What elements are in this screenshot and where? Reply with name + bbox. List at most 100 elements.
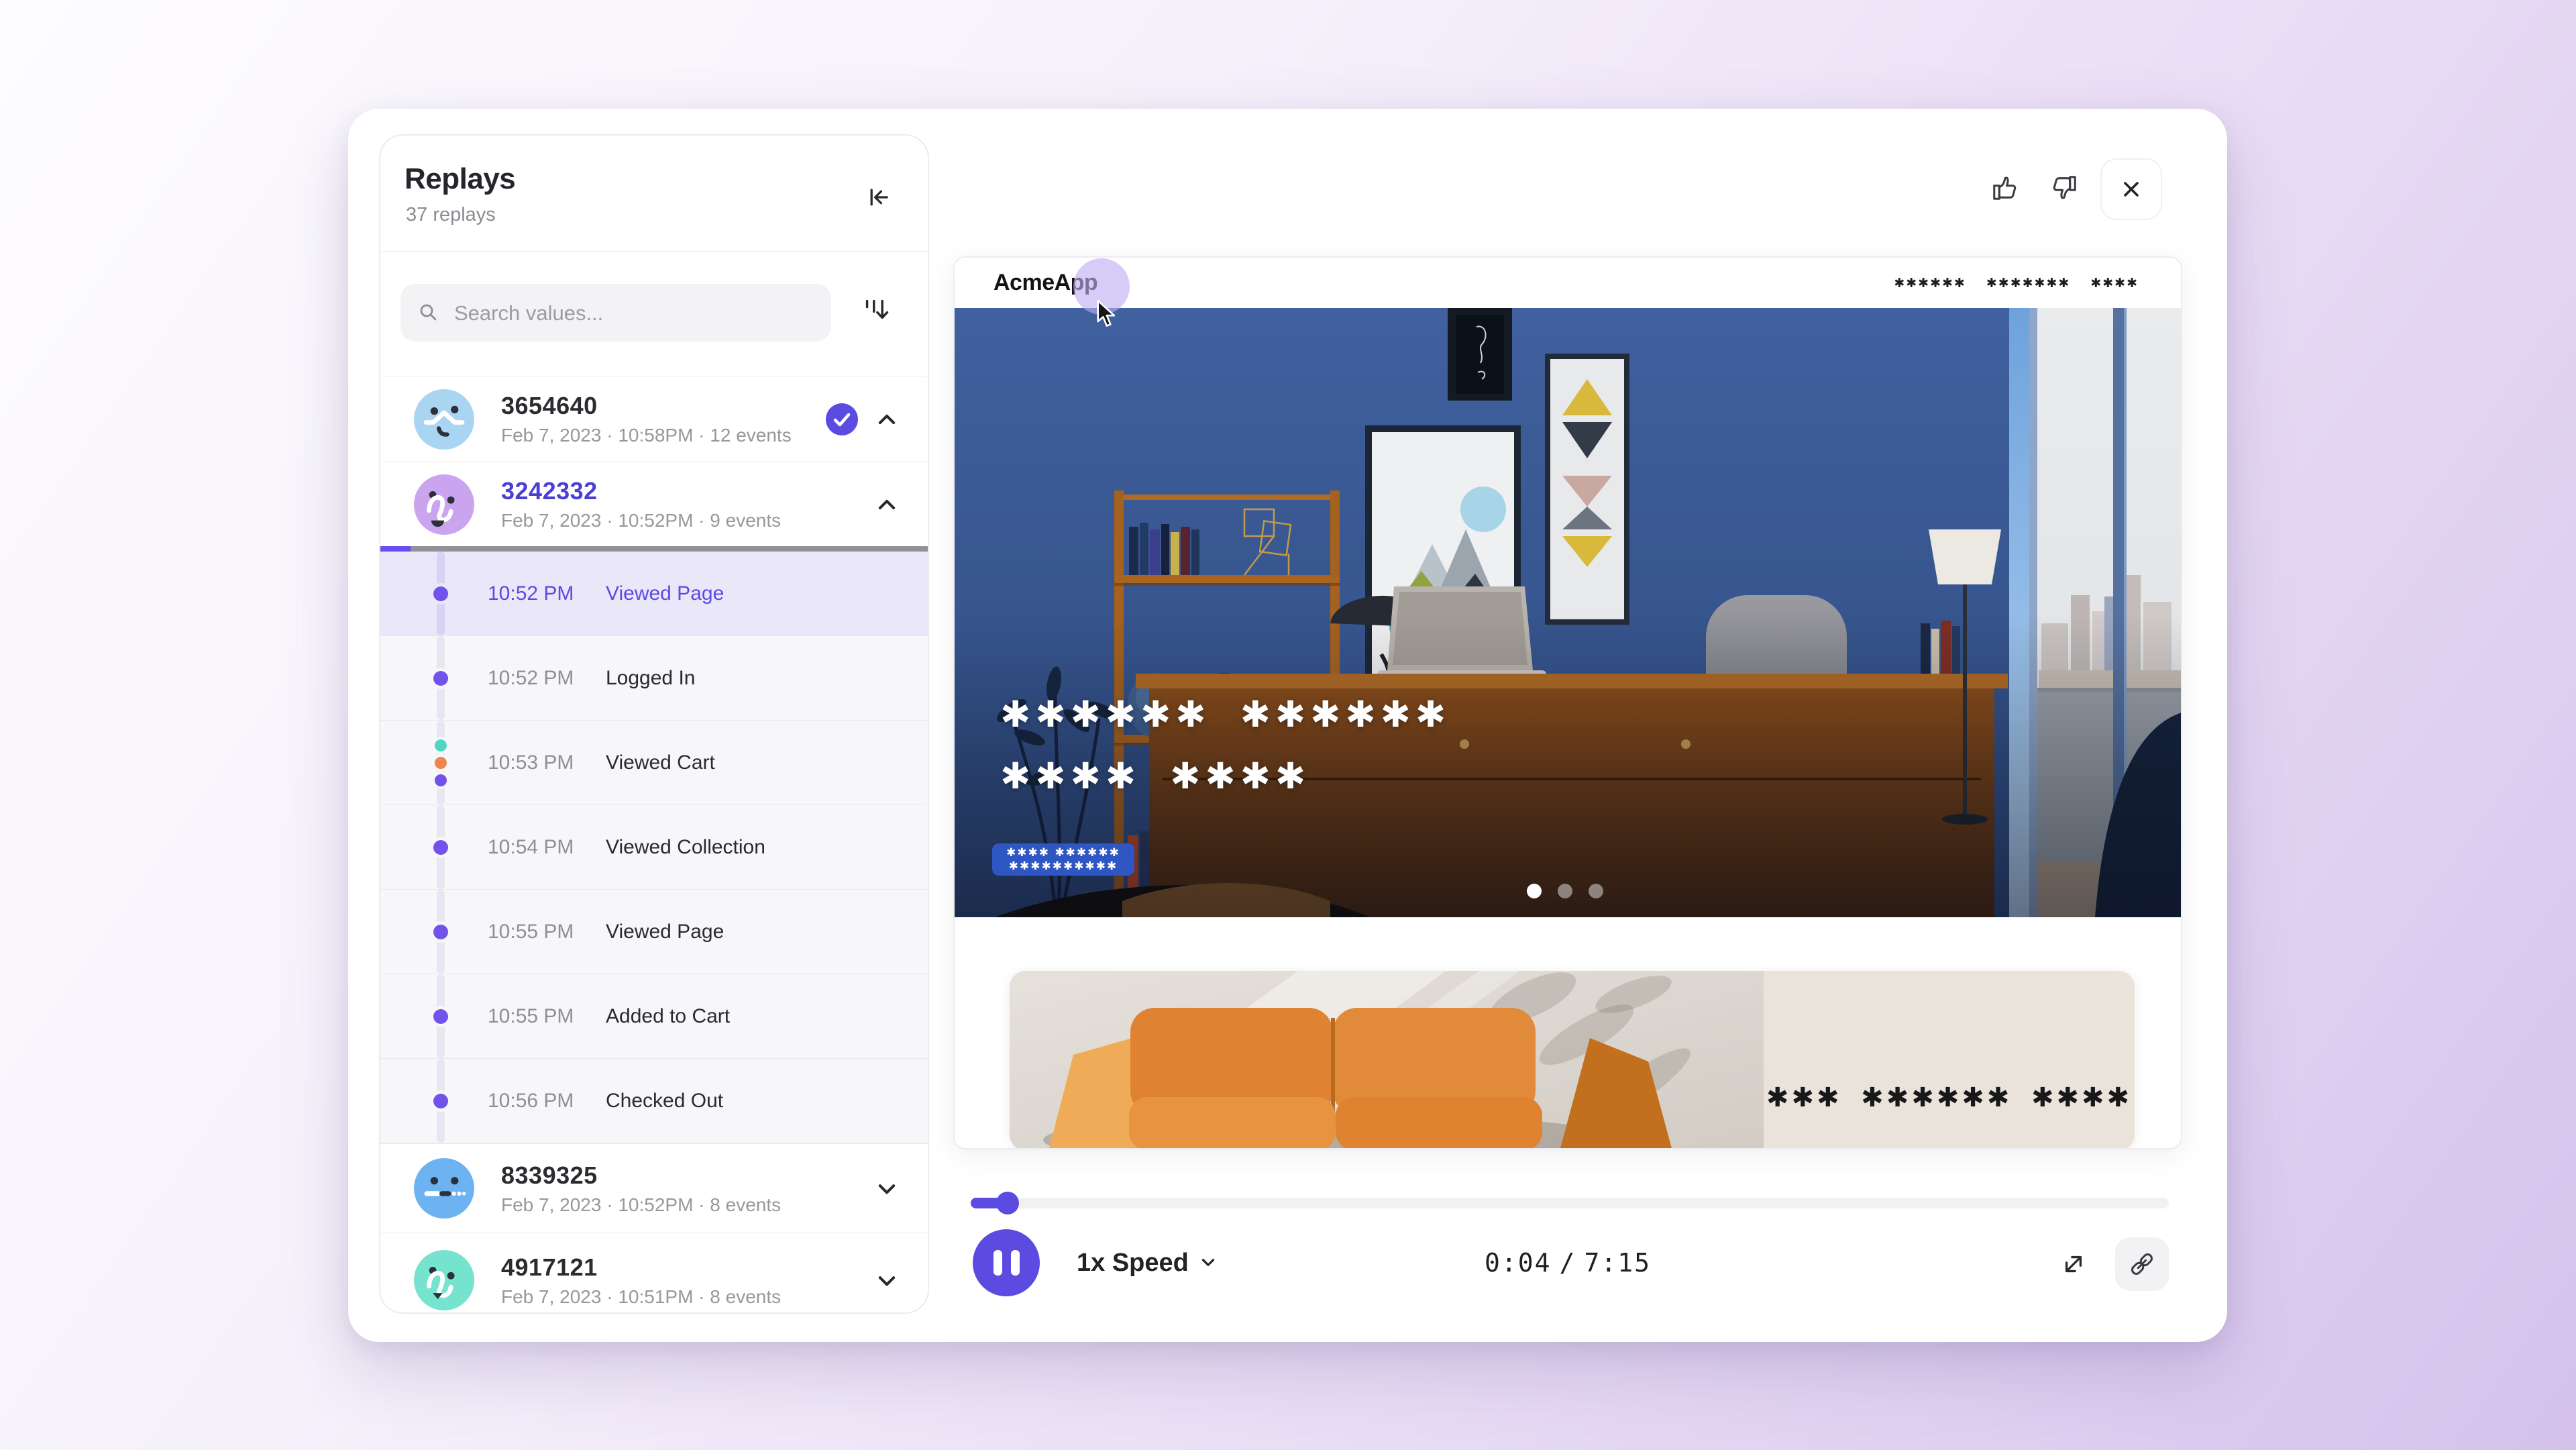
event-row[interactable]: 10:55 PM Added to Cart — [380, 974, 928, 1059]
search-input[interactable] — [453, 284, 818, 343]
masked-cta-button[interactable]: ✱✱✱✱ ✱✱✱✱✱✱ ✱✱✱✱✱✱✱✱✱✱ — [992, 843, 1134, 876]
thumbs-up-icon — [1988, 170, 2023, 205]
event-time: 10:52 PM — [488, 582, 606, 605]
chevron-up-icon — [874, 407, 900, 432]
sofa-image — [1010, 971, 1764, 1149]
sidebar-header: Replays 37 replays — [380, 136, 928, 252]
session-row-active[interactable]: 3242332 Feb 7, 2023 · 10:52PM · 9 events — [380, 462, 928, 546]
time-separator: / — [1560, 1248, 1576, 1278]
event-label: Viewed Cart — [606, 752, 715, 774]
event-dot-purple — [435, 774, 447, 786]
pointer-arrow-icon — [1094, 299, 1121, 329]
session-playback-progress-fill — [380, 546, 411, 552]
event-row[interactable]: 10:53 PM Viewed Cart — [380, 721, 928, 805]
hero-section: ✱✱✱✱✱✱ ✱✱✱✱✱✱ ✱✱✱✱ ✱✱✱✱ ✱✱✱✱ ✱✱✱✱✱✱ ✱✱✱✱… — [955, 308, 2182, 917]
close-icon — [2118, 176, 2145, 203]
thumbs-down-icon — [2047, 170, 2082, 205]
product-card-text-panel: ✱✱✱ ✱✱✱✱✱✱ ✱✱✱✱ — [1764, 971, 2135, 1149]
masked-nav-item: ✱✱✱✱✱✱ — [1894, 276, 1966, 291]
close-button[interactable] — [2100, 158, 2162, 220]
chevron-up-icon — [874, 492, 900, 517]
search-icon — [418, 302, 438, 322]
hero-image — [955, 308, 2182, 917]
carousel-dot[interactable] — [1589, 884, 1603, 898]
time-current: 0:04 — [1485, 1248, 1552, 1278]
expand-session-chevron[interactable] — [874, 1267, 900, 1293]
event-dot — [433, 671, 448, 686]
event-time: 10:56 PM — [488, 1090, 606, 1112]
event-time: 10:52 PM — [488, 667, 606, 690]
event-time: 10:53 PM — [488, 752, 606, 774]
carousel-dot-active[interactable] — [1527, 884, 1542, 898]
replays-sidebar: Replays 37 replays — [379, 134, 929, 1314]
pause-icon — [1011, 1250, 1020, 1276]
event-dot-orange — [435, 757, 447, 769]
session-meta: Feb 7, 2023 · 10:51PM · 8 events — [501, 1286, 781, 1308]
session-row[interactable]: 8339325 Feb 7, 2023 · 10:52PM · 8 events — [380, 1143, 928, 1233]
event-label: Viewed Page — [606, 582, 724, 605]
sort-button[interactable] — [858, 292, 893, 327]
session-playback-progress[interactable] — [380, 546, 928, 552]
event-label: Checked Out — [606, 1090, 723, 1112]
page-title: Replays — [405, 162, 515, 196]
event-dot — [433, 840, 448, 855]
pause-icon — [994, 1250, 1002, 1276]
thumbs-down-button[interactable] — [2047, 170, 2082, 205]
event-label: Added to Cart — [606, 1005, 730, 1028]
event-row[interactable]: 10:56 PM Checked Out — [380, 1059, 928, 1143]
event-label: Viewed Page — [606, 921, 724, 943]
expand-icon — [2057, 1247, 2090, 1281]
masked-cta-label: ✱✱✱✱ ✱✱✱✱✱✱ ✱✱✱✱✱✱✱✱✱✱ — [996, 846, 1130, 873]
event-time: 10:54 PM — [488, 836, 606, 859]
event-row[interactable]: 10:52 PM Logged In — [380, 636, 928, 721]
watched-check-badge — [826, 403, 858, 435]
event-time: 10:55 PM — [488, 1005, 606, 1028]
event-label: Viewed Collection — [606, 836, 765, 859]
session-id: 4917121 — [501, 1253, 781, 1282]
session-row[interactable]: 4917121 Feb 7, 2023 · 10:51PM · 8 events — [380, 1233, 928, 1314]
event-label: Logged In — [606, 667, 695, 690]
replay-modal: Replays 37 replays — [348, 109, 2227, 1342]
playback-progress-bar[interactable] — [971, 1198, 2169, 1208]
event-row-selected[interactable]: 10:52 PM Viewed Page — [380, 552, 928, 636]
masked-nav-item: ✱✱✱✱ — [2090, 276, 2139, 291]
session-avatar — [414, 1158, 474, 1219]
speed-dropdown[interactable]: 1x Speed — [1073, 1229, 1221, 1296]
session-info: 3242332 Feb 7, 2023 · 10:52PM · 9 events — [501, 477, 781, 531]
session-meta: Feb 7, 2023 · 10:58PM · 12 events — [501, 425, 792, 446]
session-meta: Feb 7, 2023 · 10:52PM · 9 events — [501, 510, 781, 531]
event-row[interactable]: 10:55 PM Viewed Page — [380, 890, 928, 974]
replay-viewport: AcmeApp ✱✱✱✱✱✱ ✱✱✱✱✱✱✱ ✱✱✱✱ — [953, 256, 2182, 1149]
pause-button[interactable] — [973, 1229, 1040, 1296]
playback-progress-knob[interactable] — [996, 1192, 1019, 1214]
chevron-down-icon — [1199, 1254, 1217, 1272]
thumbs-up-button[interactable] — [1988, 170, 2023, 205]
search-box[interactable] — [400, 284, 831, 342]
session-avatar — [414, 389, 474, 450]
chevron-down-icon — [874, 1267, 900, 1293]
share-link-button[interactable] — [2115, 1237, 2169, 1291]
collapse-left-icon — [862, 181, 894, 213]
sort-descending-icon — [858, 292, 893, 327]
event-dot — [433, 925, 448, 939]
app-background: Replays 37 replays — [0, 0, 2576, 1450]
session-info: 3654640 Feb 7, 2023 · 10:58PM · 12 event… — [501, 392, 792, 446]
fullscreen-button[interactable] — [2055, 1245, 2092, 1283]
collapse-session-chevron[interactable] — [874, 492, 900, 517]
session-row[interactable]: 3654640 Feb 7, 2023 · 10:58PM · 12 event… — [380, 376, 928, 462]
masked-product-caption: ✱✱✱ ✱✱✱✱✱✱ ✱✱✱✱ — [1766, 1082, 2132, 1113]
session-id: 3242332 — [501, 477, 781, 505]
session-meta: Feb 7, 2023 · 10:52PM · 8 events — [501, 1194, 781, 1216]
carousel-dot[interactable] — [1558, 884, 1572, 898]
collapse-sidebar-button[interactable] — [862, 181, 894, 213]
session-id: 8339325 — [501, 1161, 781, 1190]
event-time: 10:55 PM — [488, 921, 606, 943]
expand-session-chevron[interactable] — [874, 1176, 900, 1201]
session-info: 8339325 Feb 7, 2023 · 10:52PM · 8 events — [501, 1161, 781, 1216]
event-row[interactable]: 10:54 PM Viewed Collection — [380, 805, 928, 890]
chevron-down-icon — [874, 1176, 900, 1201]
carousel-dots[interactable] — [1527, 884, 1603, 898]
collapse-session-chevron[interactable] — [874, 407, 900, 432]
session-avatar — [414, 1250, 474, 1310]
product-card: ✱✱✱ ✱✱✱✱✱✱ ✱✱✱✱ — [1010, 971, 2135, 1149]
